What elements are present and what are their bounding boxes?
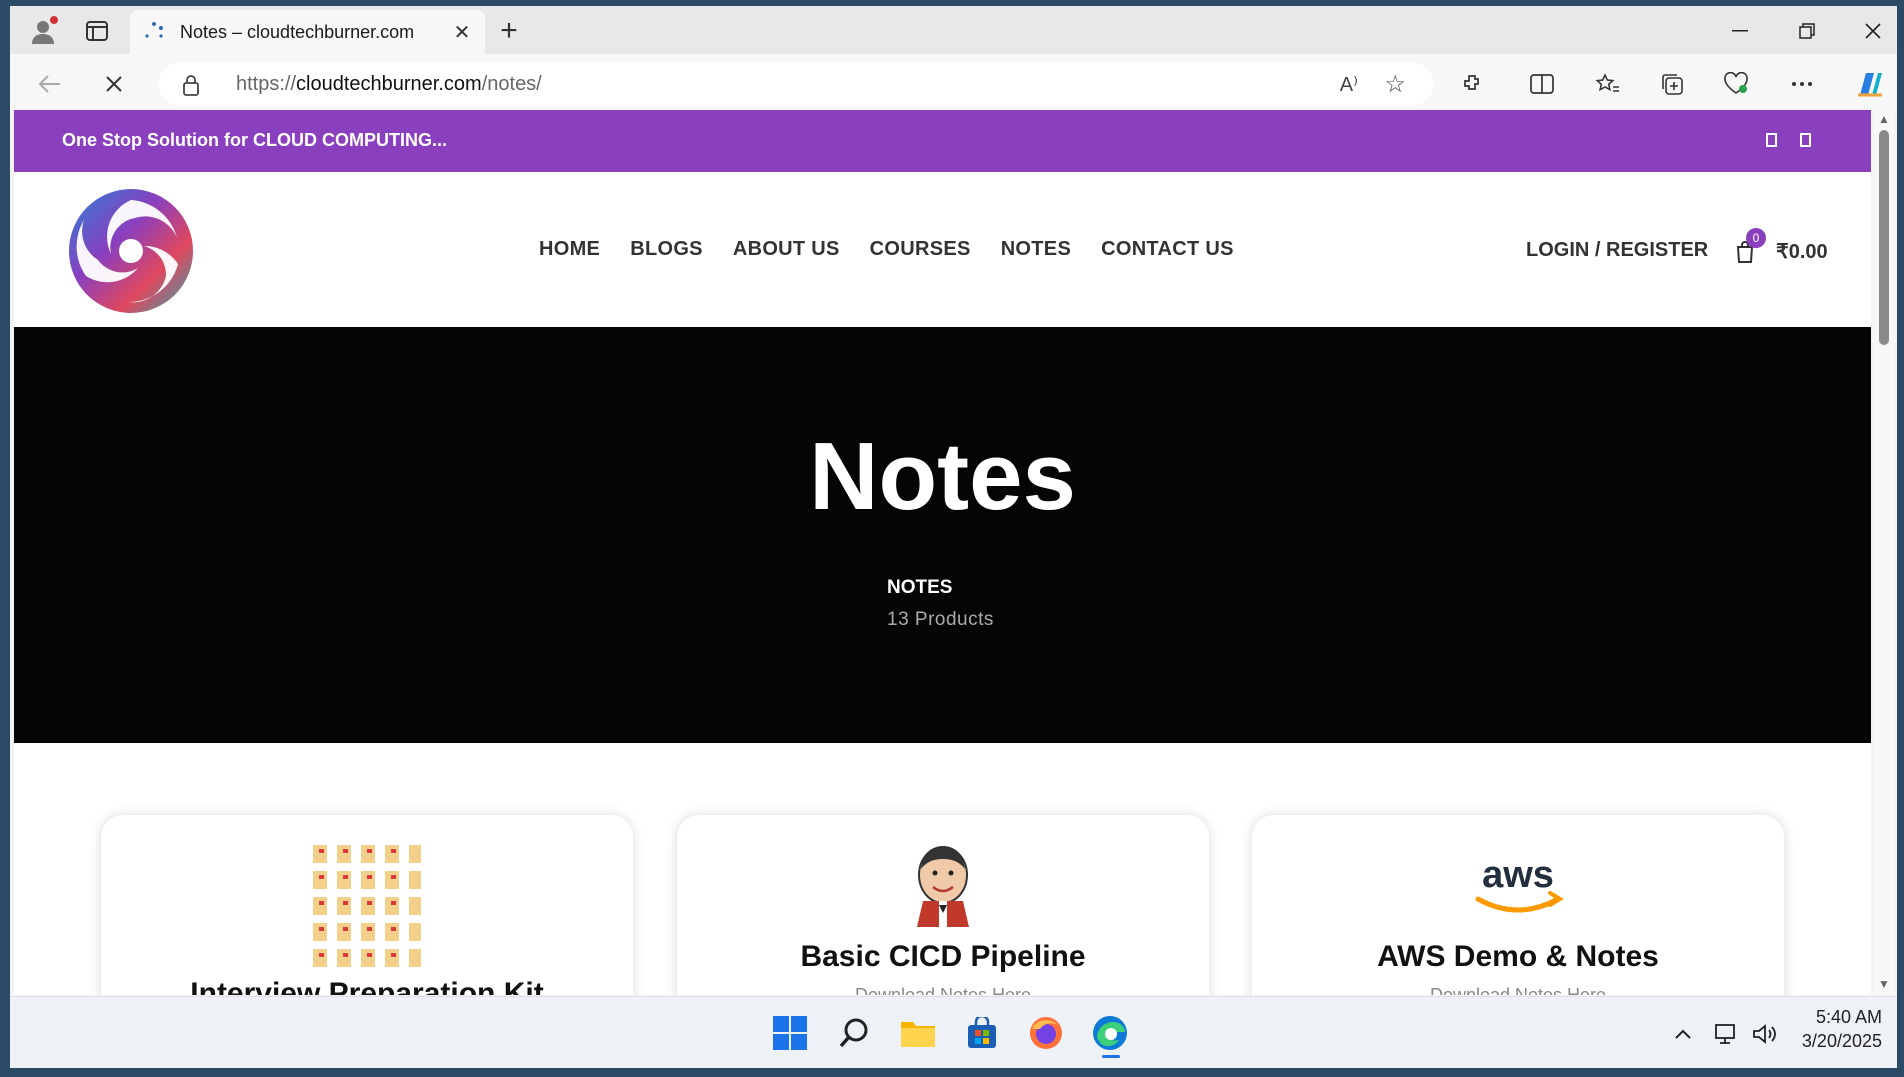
social-icon[interactable] xyxy=(1800,133,1811,147)
lock-icon[interactable] xyxy=(182,74,200,101)
product-card[interactable]: Basic CICD Pipeline Download Notes Here xyxy=(677,815,1209,995)
page-hero: Notes NOTES 13 Products xyxy=(14,327,1871,743)
nav-item-contact-us[interactable]: CONTACT US xyxy=(1101,238,1234,261)
scroll-up-icon[interactable]: ▲ xyxy=(1878,112,1890,126)
product-title[interactable]: AWS Demo & Notes xyxy=(1252,940,1784,974)
product-card[interactable]: aws AWS Demo & Notes Download Notes Here xyxy=(1252,815,1784,995)
main-nav: HOME BLOGS ABOUT US COURSES NOTES CONTAC… xyxy=(539,238,1234,261)
browser-toolbar: https://cloudtechburner.com/notes/ A⁾ ☆ xyxy=(10,54,1897,114)
microsoft-store-icon[interactable] xyxy=(960,1011,1004,1055)
site-logo[interactable] xyxy=(66,186,196,316)
taskbar-clock[interactable]: 5:40 AM 3/20/2025 xyxy=(1786,1005,1882,1053)
web-page: One Stop Solution for CLOUD COMPUTING...… xyxy=(14,110,1871,995)
product-title[interactable]: Basic CICD Pipeline xyxy=(677,940,1209,974)
stop-loading-icon[interactable] xyxy=(96,66,132,102)
tab-title: Notes – cloudtechburner.com xyxy=(180,21,415,42)
tab-actions-icon[interactable] xyxy=(82,16,112,46)
loading-spinner-icon xyxy=(142,20,166,44)
volume-icon[interactable] xyxy=(1752,1019,1778,1049)
product-title[interactable]: Interview Preparation Kit xyxy=(101,977,633,995)
product-subtitle[interactable]: Download Notes Here xyxy=(1252,985,1784,995)
tab-active[interactable]: Notes – cloudtechburner.com ✕ xyxy=(130,10,485,54)
favorite-star-icon[interactable]: ☆ xyxy=(1384,70,1406,99)
close-window-icon[interactable] xyxy=(1848,14,1897,48)
firefox-icon[interactable] xyxy=(1024,1011,1068,1055)
nav-item-blogs[interactable]: BLOGS xyxy=(630,238,703,261)
scroll-down-icon[interactable]: ▼ xyxy=(1878,977,1890,991)
jenkins-icon xyxy=(917,846,969,927)
breadcrumb[interactable]: NOTES xyxy=(887,577,952,599)
windows-start-icon[interactable] xyxy=(768,1011,812,1055)
tab-strip: Notes – cloudtechburner.com ✕ + xyxy=(10,6,1897,54)
clock-date: 3/20/2025 xyxy=(1801,1031,1882,1051)
product-card[interactable]: Interview Preparation Kit xyxy=(101,815,633,995)
more-options-icon[interactable] xyxy=(1784,66,1820,102)
browser-window: Notes – cloudtechburner.com ✕ + https://… xyxy=(10,6,1897,1068)
copilot-icon[interactable] xyxy=(1852,66,1888,102)
nav-item-courses[interactable]: COURSES xyxy=(870,238,971,261)
profile-icon[interactable] xyxy=(26,14,60,48)
split-screen-icon[interactable] xyxy=(1524,66,1560,102)
aws-logo-text: aws xyxy=(1482,855,1554,896)
clock-time: 5:40 AM xyxy=(1815,1007,1882,1027)
product-subtitle[interactable]: Download Notes Here xyxy=(677,985,1209,995)
nav-item-home[interactable]: HOME xyxy=(539,238,600,261)
browser-essentials-icon[interactable] xyxy=(1718,66,1754,102)
site-header: HOME BLOGS ABOUT US COURSES NOTES CONTAC… xyxy=(14,172,1871,327)
address-bar[interactable]: https://cloudtechburner.com/notes/ A⁾ ☆ xyxy=(158,62,1434,106)
show-hidden-icons[interactable] xyxy=(1674,1019,1692,1049)
page-scrollbar[interactable]: ▲ ▼ xyxy=(1874,110,1894,995)
edge-icon[interactable] xyxy=(1088,1011,1132,1058)
scrollbar-thumb[interactable] xyxy=(1879,130,1889,345)
social-icon[interactable] xyxy=(1766,133,1777,147)
back-icon[interactable] xyxy=(32,66,68,102)
cart-count-badge: 0 xyxy=(1746,228,1766,248)
url-text[interactable]: https://cloudtechburner.com/notes/ xyxy=(236,73,542,96)
search-icon[interactable] xyxy=(832,1011,876,1055)
nav-item-about-us[interactable]: ABOUT US xyxy=(733,238,840,261)
collections-icon[interactable] xyxy=(1654,66,1690,102)
extensions-icon[interactable] xyxy=(1454,66,1490,102)
product-count: 13 Products xyxy=(887,609,994,630)
page-title: Notes xyxy=(809,423,1076,530)
promo-text: One Stop Solution for CLOUD COMPUTING... xyxy=(62,130,447,150)
minimize-icon[interactable] xyxy=(1715,14,1765,48)
aws-logo: aws xyxy=(1475,855,1564,913)
restore-icon[interactable] xyxy=(1782,14,1832,48)
nav-item-notes[interactable]: NOTES xyxy=(1001,238,1071,261)
new-tab-button[interactable]: + xyxy=(494,16,524,48)
network-icon[interactable] xyxy=(1714,1019,1738,1049)
read-aloud-icon[interactable]: A⁾ xyxy=(1340,72,1358,97)
favorites-icon[interactable] xyxy=(1590,66,1626,102)
login-register-link[interactable]: LOGIN / REGISTER xyxy=(1526,239,1708,262)
cart-total[interactable]: ₹0.00 xyxy=(1776,239,1828,264)
promo-bar: One Stop Solution for CLOUD COMPUTING... xyxy=(14,110,1871,172)
windows-taskbar: 5:40 AM 3/20/2025 xyxy=(10,996,1897,1068)
document-grid-icon xyxy=(313,845,421,967)
file-explorer-icon[interactable] xyxy=(896,1011,940,1055)
tab-close-icon[interactable]: ✕ xyxy=(451,21,473,44)
